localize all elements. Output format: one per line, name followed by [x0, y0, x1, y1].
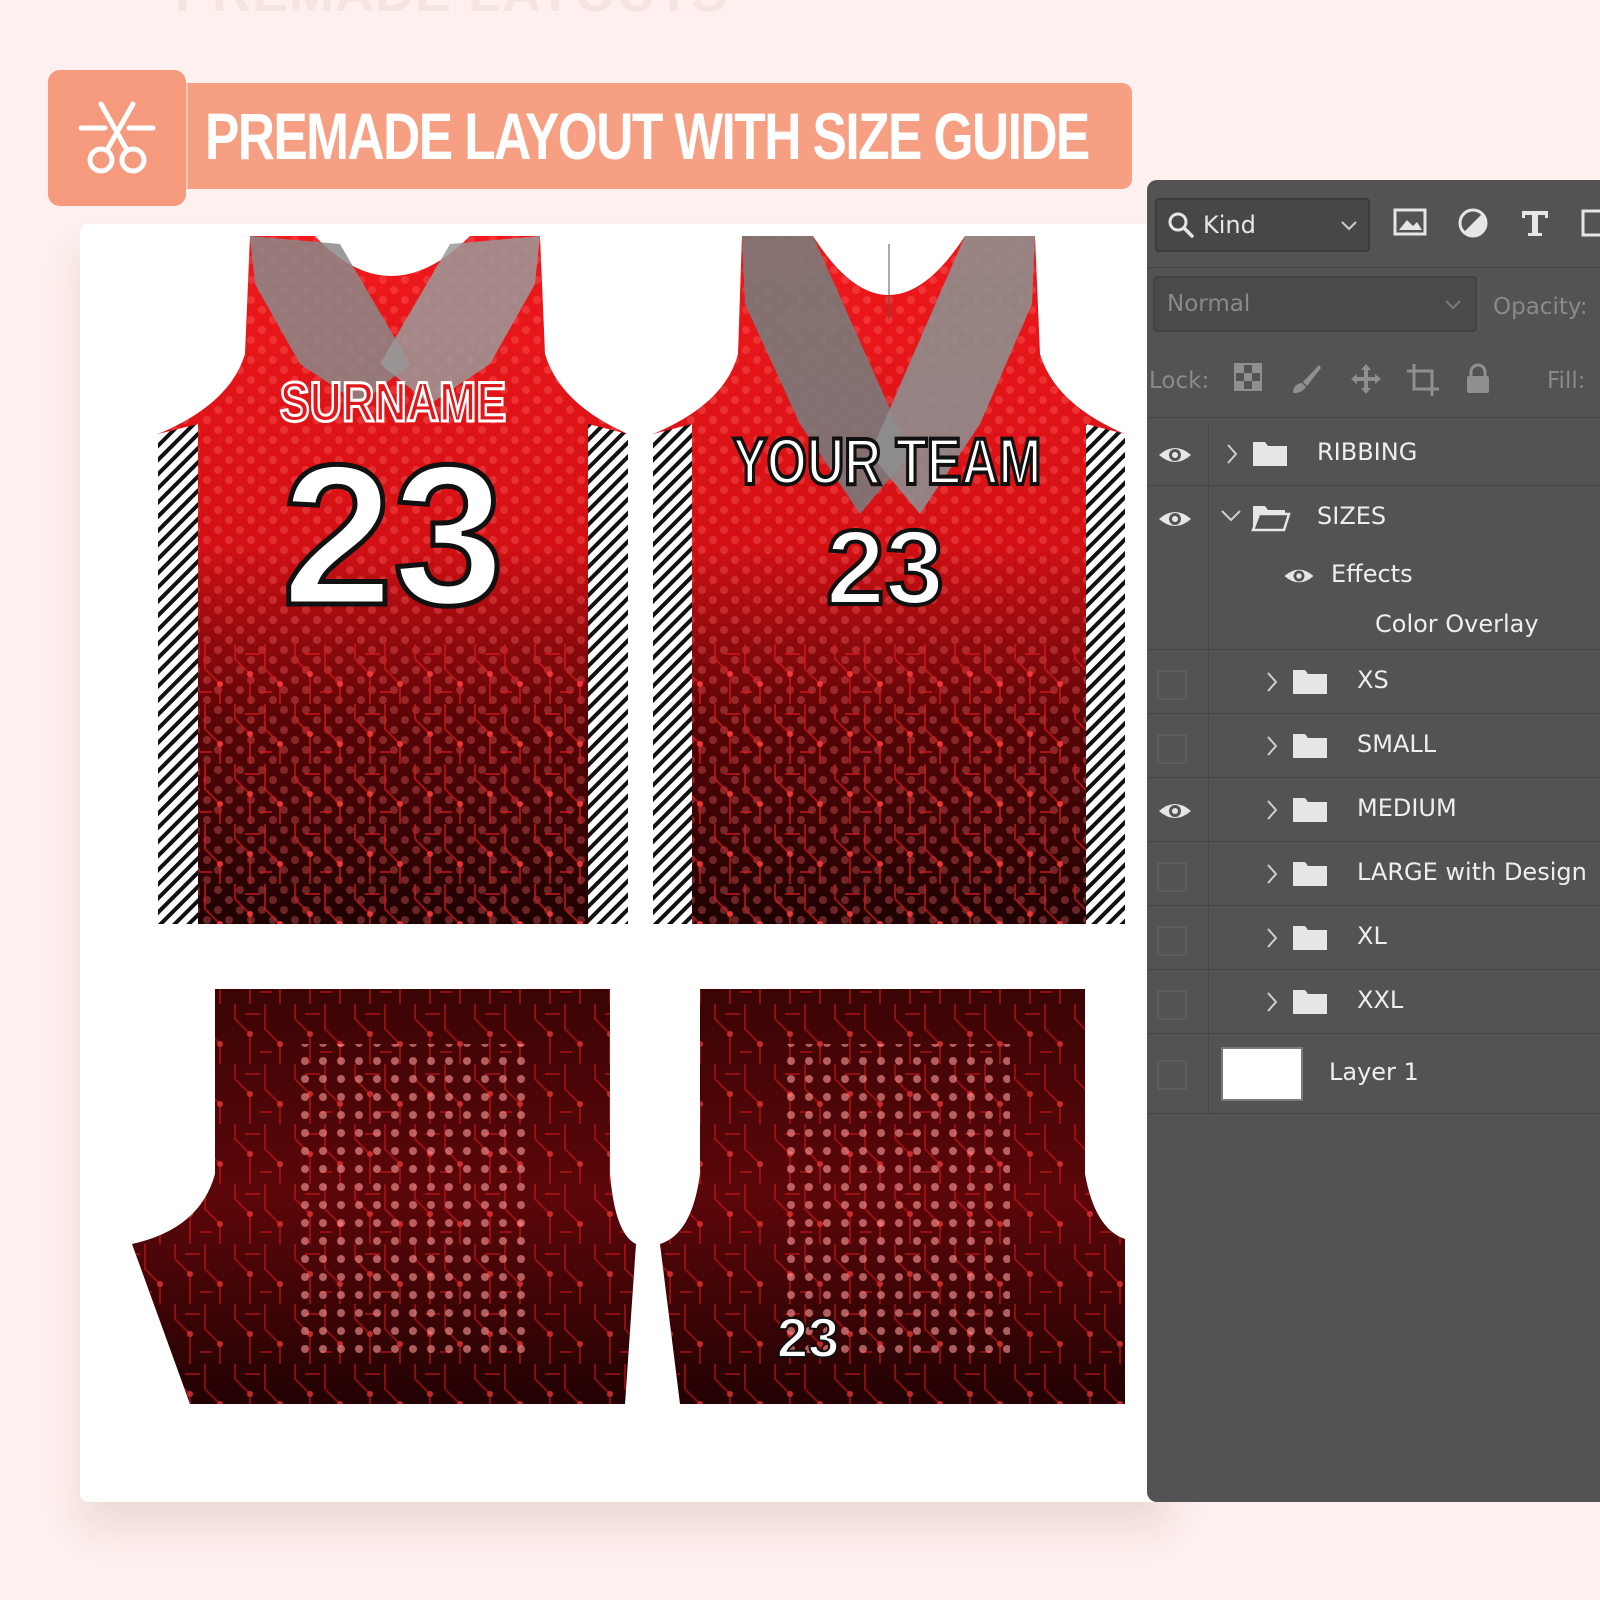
layer-name: LARGE with Design — [1357, 858, 1587, 886]
front-number: 23 — [826, 509, 944, 627]
visibility-toggle[interactable] — [1157, 990, 1187, 1020]
color-overlay-row[interactable]: Color Overlay — [1147, 602, 1600, 650]
chevron-right-icon[interactable] — [1263, 734, 1281, 758]
visibility-column — [1147, 778, 1209, 841]
visibility-column — [1147, 486, 1209, 550]
blend-mode-row: Normal Opacity: — [1147, 268, 1600, 344]
chevron-right-icon[interactable] — [1263, 798, 1281, 822]
folder-icon — [1293, 734, 1327, 758]
layer-row-medium[interactable]: MEDIUM — [1147, 778, 1600, 842]
chevron-down-icon — [1341, 221, 1357, 231]
eye-icon[interactable] — [1282, 566, 1316, 586]
visibility-column — [1147, 842, 1209, 905]
folder-icon — [1293, 926, 1327, 950]
chevron-down-icon[interactable] — [1219, 506, 1243, 526]
kind-filter-dropdown[interactable]: Kind — [1155, 198, 1370, 252]
shape-filter-icon[interactable] — [1579, 207, 1600, 239]
visibility-column — [1147, 550, 1209, 602]
visibility-column — [1147, 906, 1209, 969]
ghost-heading: PREMADE LAYOUTS — [175, 0, 728, 24]
banner-title: PREMADE LAYOUT WITH SIZE GUIDE — [205, 99, 1090, 173]
shorts-left-panel — [132, 989, 636, 1404]
effects-label: Effects — [1331, 560, 1413, 588]
visibility-toggle[interactable] — [1157, 734, 1187, 764]
layer-name: XXL — [1357, 986, 1404, 1014]
image-filter-icon[interactable] — [1393, 207, 1427, 237]
back-number: 23 — [282, 424, 504, 647]
artboard-lock-icon[interactable] — [1405, 362, 1441, 398]
folder-open-icon — [1251, 506, 1291, 532]
visibility-column — [1147, 422, 1209, 485]
layer-row-small[interactable]: SMALL — [1147, 714, 1600, 778]
color-overlay-label: Color Overlay — [1375, 610, 1539, 638]
layer-list: RIBBING SIZES Effects Color Overlay XS S… — [1147, 422, 1600, 1114]
layer-name: RIBBING — [1317, 438, 1418, 466]
layer-row-xxl[interactable]: XXL — [1147, 970, 1600, 1034]
visibility-column — [1147, 970, 1209, 1033]
layer-name: Layer 1 — [1329, 1058, 1419, 1086]
layer-row-large[interactable]: LARGE with Design — [1147, 842, 1600, 906]
eye-icon[interactable] — [1157, 800, 1193, 822]
kind-filter-label: Kind — [1203, 211, 1256, 239]
layer-row-xs[interactable]: XS — [1147, 650, 1600, 714]
lock-row: Lock: Fill: — [1147, 344, 1600, 418]
layer-thumbnail — [1221, 1047, 1303, 1101]
folder-icon — [1293, 990, 1327, 1014]
scissors-icon — [78, 101, 156, 174]
folder-icon — [1293, 862, 1327, 886]
eye-icon[interactable] — [1157, 444, 1193, 466]
layer-effects-row[interactable]: Effects — [1147, 550, 1600, 602]
lock-label: Lock: — [1149, 368, 1210, 394]
layer-name: XL — [1357, 922, 1387, 950]
layer-row-layer-1[interactable]: Layer 1 — [1147, 1034, 1600, 1114]
design-canvas: SURNAME 23 YOUR TEAM 23 23 — [80, 224, 1170, 1502]
layer-name: SIZES — [1317, 502, 1387, 530]
adjustment-filter-icon[interactable] — [1457, 207, 1489, 239]
chevron-right-icon[interactable] — [1263, 926, 1281, 950]
layer-name: SMALL — [1357, 730, 1437, 758]
visibility-column — [1147, 650, 1209, 713]
layer-filter-bar: Kind — [1147, 180, 1600, 268]
blend-mode-dropdown[interactable]: Normal — [1153, 276, 1477, 332]
visibility-toggle[interactable] — [1157, 1060, 1187, 1090]
chevron-right-icon[interactable] — [1263, 670, 1281, 694]
lock-transparent-pixels-icon[interactable] — [1233, 362, 1263, 392]
visibility-column — [1147, 714, 1209, 777]
folder-icon — [1253, 442, 1287, 466]
chevron-right-icon[interactable] — [1263, 990, 1281, 1014]
layer-row-ribbing[interactable]: RIBBING — [1147, 422, 1600, 486]
shorts-number: 23 — [777, 1306, 839, 1369]
banner-icon-box — [48, 70, 186, 206]
chevron-right-icon[interactable] — [1263, 862, 1281, 886]
move-icon[interactable] — [1349, 362, 1383, 396]
layer-row-xl[interactable]: XL — [1147, 906, 1600, 970]
layers-panel: Kind Normal Opacity: Lock: Fill: RIBBING… — [1147, 180, 1600, 1502]
visibility-toggle[interactable] — [1157, 670, 1187, 700]
jersey-artwork: SURNAME 23 YOUR TEAM 23 23 — [132, 236, 1125, 1404]
fill-label: Fill: — [1547, 368, 1586, 394]
folder-icon — [1293, 670, 1327, 694]
visibility-toggle[interactable] — [1157, 862, 1187, 892]
visibility-column — [1147, 602, 1209, 649]
type-filter-icon[interactable] — [1519, 207, 1551, 239]
lock-icon[interactable] — [1463, 362, 1493, 396]
visibility-toggle[interactable] — [1157, 926, 1187, 956]
search-icon — [1168, 212, 1194, 238]
layer-row-sizes[interactable]: SIZES — [1147, 486, 1600, 550]
chevron-right-icon[interactable] — [1223, 442, 1241, 466]
blend-mode-value: Normal — [1167, 291, 1251, 317]
opacity-label: Opacity: — [1493, 294, 1588, 320]
eye-icon[interactable] — [1157, 508, 1193, 530]
jersey-front: YOUR TEAM 23 — [653, 236, 1125, 924]
chevron-down-icon — [1445, 300, 1461, 310]
visibility-column — [1147, 1034, 1209, 1113]
folder-icon — [1293, 798, 1327, 822]
brush-icon[interactable] — [1289, 362, 1323, 396]
front-team-name: YOUR TEAM — [733, 424, 1042, 499]
jersey-back: SURNAME 23 — [158, 236, 628, 924]
layer-name: MEDIUM — [1357, 794, 1457, 822]
shorts-right-panel: 23 — [660, 989, 1125, 1404]
layer-name: XS — [1357, 666, 1389, 694]
